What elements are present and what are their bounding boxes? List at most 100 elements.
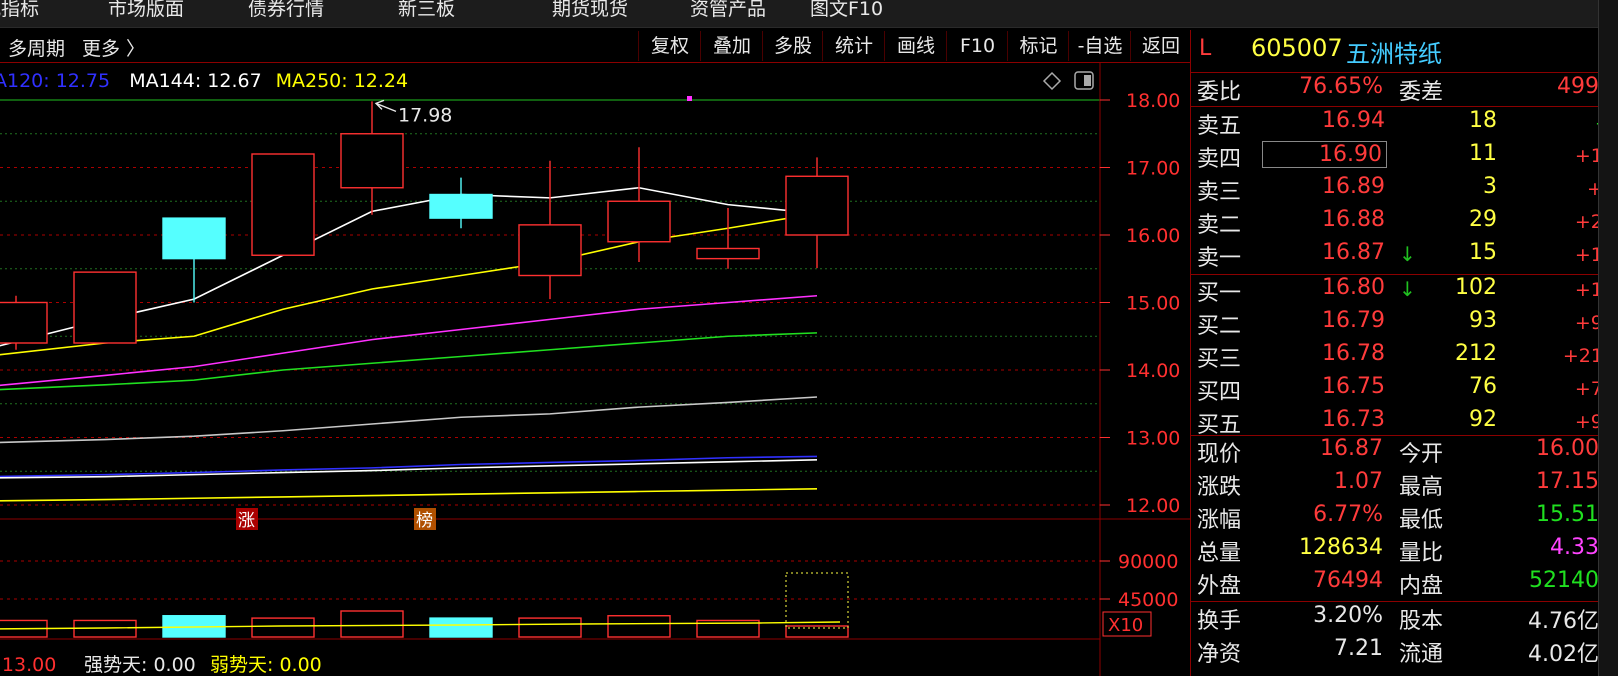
divider [1191,601,1618,602]
stat-label: 今开 [1399,442,1444,467]
stat-value: 16.87 [1320,436,1383,461]
price-tick-label: 16.00 [1126,225,1180,247]
orderbook-volume: 11 [1469,141,1497,166]
orderbook-level-label: 买三 [1197,347,1242,372]
candle-body [696,247,760,260]
candle-body [518,224,582,277]
chart-toolbar: 多周期 更多 〉 复权 叠加 多股 统计 画线 F10 标记 -自选 返回 [0,30,1190,63]
orderbook-volume: 29 [1469,207,1497,232]
indicator-legend-item: F: 13.00 [0,654,56,676]
orderbook-level-label: 买二 [1197,314,1242,339]
volume-multiplier-label: X10 [1108,615,1143,636]
right-scrollbar[interactable] [1598,0,1618,676]
ma-line [0,488,818,502]
toolbar-button[interactable]: -自选 [1068,31,1131,61]
candle-body [162,217,226,260]
ma-legend-item: A120: 12.75 [0,70,110,92]
top-menu-item[interactable]: 期货现货 [552,0,628,21]
volume-bar [607,615,671,638]
event-marker [687,96,692,101]
volume-bar [340,610,404,638]
orderbook-price: 16.94 [1322,108,1385,133]
candle-body [73,271,137,344]
orderbook-volume: 93 [1469,308,1497,333]
top-menu-item[interactable]: 新三板 [398,0,455,21]
toolbar-button[interactable]: 叠加 [700,31,763,61]
divider [1191,72,1618,73]
toolbar-button[interactable]: 返回 [1130,31,1191,61]
stat-label: 最低 [1399,508,1444,533]
top-menu-item[interactable]: 图文F10 [810,0,883,21]
ma-line [0,458,818,479]
orderbook-level-label: 卖三 [1197,180,1242,205]
orderbook-price: 16.88 [1322,207,1385,232]
stat-label: 股本 [1399,609,1444,634]
orderbook-price: 16.75 [1322,374,1385,399]
orderbook-volume: 15 [1469,240,1497,265]
top-menu-item[interactable]: 观指标 [0,0,39,21]
high-pointer [375,102,397,112]
stat-value: 6.77% [1313,502,1383,527]
stat-label: 现价 [1197,442,1242,467]
stat-value: 7.21 [1334,636,1383,661]
stat-label: 净资 [1197,642,1242,667]
diamond-icon [1042,71,1062,91]
orderbook-price: 16.90 [1262,141,1387,168]
toolbar-button[interactable]: 画线 [884,31,947,61]
volume-ma-line [0,621,841,630]
orderbook-level-label: 卖四 [1197,147,1242,172]
weibi-value: 76.65% [1299,74,1383,99]
price-tick-label: 14.00 [1126,360,1180,382]
indicator-legend-item: 弱势天: 0.00 [210,654,322,676]
toolbar-button[interactable]: 统计 [822,31,885,61]
down-arrow-icon: ↓ [1399,242,1416,266]
orderbook-volume: 18 [1469,108,1497,133]
orderbook-level-label: 卖二 [1197,213,1242,238]
toolbar-button[interactable]: 多股 [762,31,823,61]
volume-bar [518,617,582,638]
stat-value: 4.33 [1550,535,1599,560]
stat-value: 3.20% [1313,603,1383,628]
more-menu[interactable]: 更多 〉 [82,34,145,61]
volume-bar [251,617,315,638]
stat-value: 76494 [1313,568,1383,593]
toolbar-button[interactable]: F10 [946,31,1008,61]
top-menu-item[interactable]: 市场版面 [108,0,184,21]
weicha-label: 委差 [1399,80,1444,105]
quote-panel: L 605007 五洲特纸 委比 76.65% 委差 499 卖五 16.94 18… [1190,30,1618,676]
stat-value: 17.15 [1536,469,1599,494]
price-tick-label: 12.00 [1126,495,1180,517]
top-menu-bar: 观指标 市场版面 债券行情 新三板 期货现货 资管产品 图文F10 [0,0,1618,28]
volume-tick-label: 45000 [1118,589,1178,611]
top-menu-item[interactable]: 资管产品 [690,0,766,21]
stat-value: 16.00 [1536,436,1599,461]
toolbar-button[interactable]: 标记 [1007,31,1069,61]
stock-name[interactable]: 五洲特纸 [1346,34,1442,69]
price-tick-label: 17.00 [1126,158,1180,180]
stat-label: 涨跌 [1197,475,1242,500]
candle-body [251,153,315,256]
ma-line [0,396,818,444]
stat-value: 128634 [1299,535,1383,560]
signal-badge-text: 涨 [238,511,255,531]
divider [1191,274,1618,275]
stat-label: 流通 [1399,642,1444,667]
candle-body [0,301,48,344]
panel-toggle-icon [1084,75,1091,86]
stat-label: 换手 [1197,609,1242,634]
toolbar-button[interactable]: 复权 [638,31,701,61]
orderbook-volume: 76 [1469,374,1497,399]
kline-chart[interactable]: 17.98 18.00 17.00 16.00 15.00 14.00 13.00 12.0… [0,63,1190,676]
top-menu-item[interactable]: 债券行情 [248,0,324,21]
candle-body [429,193,493,219]
candle-body [607,200,671,243]
orderbook-volume: 3 [1483,174,1497,199]
period-selector[interactable]: 多周期 [8,34,65,61]
stat-value: 1.07 [1334,469,1383,494]
high-price-label: 17.98 [398,104,452,126]
down-arrow-icon: ↓ [1399,277,1416,301]
stock-code: 605007 [1251,34,1343,62]
orderbook-price: 16.87 [1322,240,1385,265]
volume-projection [785,572,849,629]
orderbook-level-label: 买一 [1197,281,1242,306]
